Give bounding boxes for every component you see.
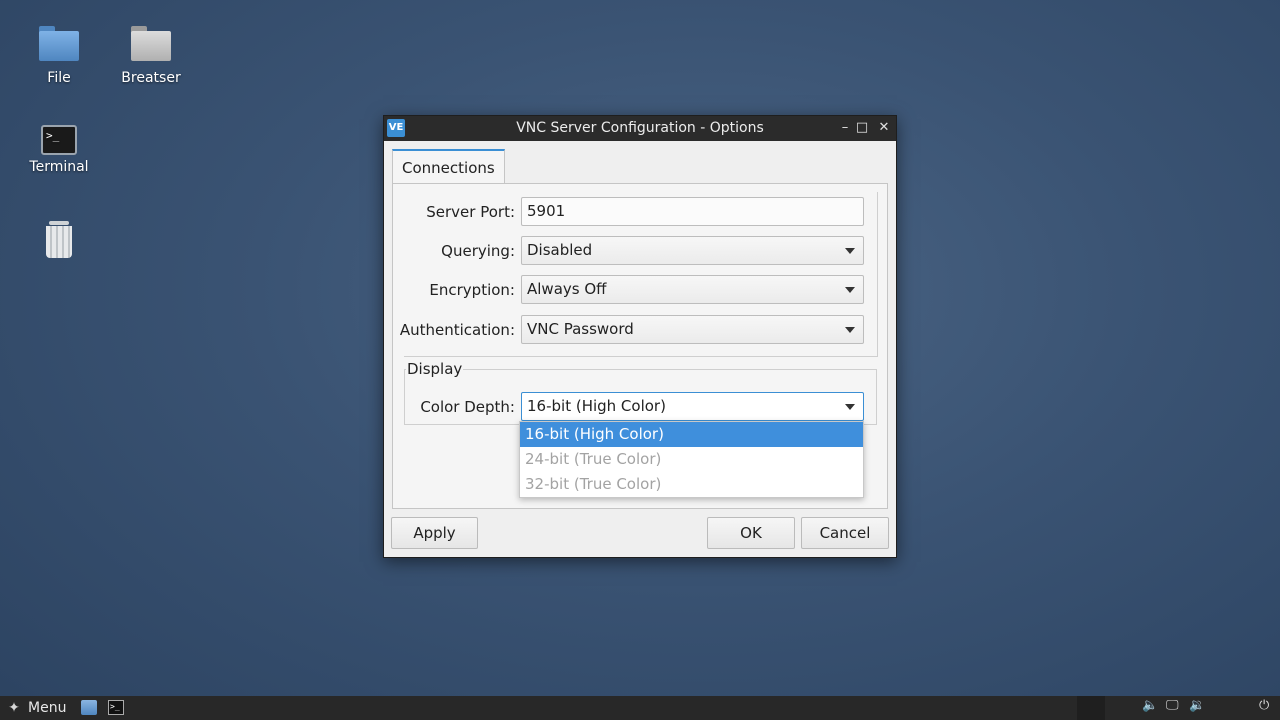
- querying-select[interactable]: Disabled: [521, 236, 864, 265]
- maximize-icon[interactable]: □: [853, 119, 871, 137]
- encryption-value: Always Off: [527, 280, 607, 298]
- server-port-input[interactable]: 5901: [521, 197, 864, 226]
- minimize-icon[interactable]: –: [836, 119, 854, 137]
- querying-label: Querying:: [441, 242, 515, 260]
- terminal-icon: >_: [41, 125, 77, 155]
- display-legend: Display: [406, 360, 464, 378]
- folder-icon: [129, 22, 173, 66]
- xfce-mouse-icon: ✦: [8, 700, 20, 716]
- desktop-icon-breatser[interactable]: Breatser: [106, 22, 196, 86]
- window-title: VNC Server Configuration - Options: [516, 120, 764, 136]
- authentication-value: VNC Password: [527, 320, 634, 338]
- terminal-launcher-icon[interactable]: >_: [108, 700, 124, 715]
- apply-button[interactable]: Apply: [391, 517, 478, 549]
- folder-icon: [37, 22, 81, 66]
- chevron-down-icon: [845, 404, 855, 410]
- desktop-icon-label: File: [47, 70, 71, 86]
- authentication-select[interactable]: VNC Password: [521, 315, 864, 344]
- taskbar: ✦ Menu >_ 🔈 🖵 🔉 ⏻: [0, 696, 1280, 720]
- encryption-select[interactable]: Always Off: [521, 275, 864, 304]
- monitor-icon[interactable]: 🖵: [1166, 698, 1179, 713]
- window-titlebar[interactable]: VE VNC Server Configuration - Options – …: [384, 116, 896, 141]
- color-depth-option[interactable]: 32-bit (True Color): [520, 472, 863, 497]
- power-icon[interactable]: ⏻: [1259, 698, 1269, 713]
- authentication-label: Authentication:: [399, 321, 515, 339]
- desktop-icon-label: Terminal: [29, 159, 89, 175]
- color-depth-option[interactable]: 16-bit (High Color): [520, 422, 863, 447]
- menu-label: Menu: [28, 700, 67, 716]
- chevron-down-icon: [845, 248, 855, 254]
- desktop-icon-terminal[interactable]: >_ Terminal: [14, 121, 104, 175]
- tab-connections[interactable]: Connections: [392, 149, 505, 183]
- workspace-switcher[interactable]: [1077, 696, 1105, 720]
- desktop-icon-trash[interactable]: [14, 219, 104, 267]
- color-depth-value: 16-bit (High Color): [527, 397, 666, 415]
- server-port-label: Server Port:: [426, 203, 515, 221]
- trash-icon: [37, 219, 81, 263]
- volume-icon[interactable]: 🔉: [1189, 698, 1205, 713]
- close-icon[interactable]: ✕: [875, 119, 893, 137]
- querying-value: Disabled: [527, 241, 593, 259]
- ok-button[interactable]: OK: [707, 517, 795, 549]
- speaker-icon[interactable]: 🔈: [1142, 698, 1158, 713]
- desktop-icon-label: Breatser: [121, 70, 181, 86]
- start-menu-button[interactable]: ✦ Menu: [6, 698, 66, 718]
- color-depth-option[interactable]: 24-bit (True Color): [520, 447, 863, 472]
- chevron-down-icon: [845, 287, 855, 293]
- file-manager-launcher-icon[interactable]: [81, 700, 97, 715]
- color-depth-select[interactable]: 16-bit (High Color): [521, 392, 864, 421]
- encryption-label: Encryption:: [429, 281, 515, 299]
- chevron-down-icon: [845, 327, 855, 333]
- desktop-icon-file[interactable]: File: [14, 22, 104, 86]
- color-depth-label: Color Depth:: [420, 398, 515, 416]
- cancel-button[interactable]: Cancel: [801, 517, 889, 549]
- color-depth-dropdown: 16-bit (High Color) 24-bit (True Color) …: [519, 421, 864, 498]
